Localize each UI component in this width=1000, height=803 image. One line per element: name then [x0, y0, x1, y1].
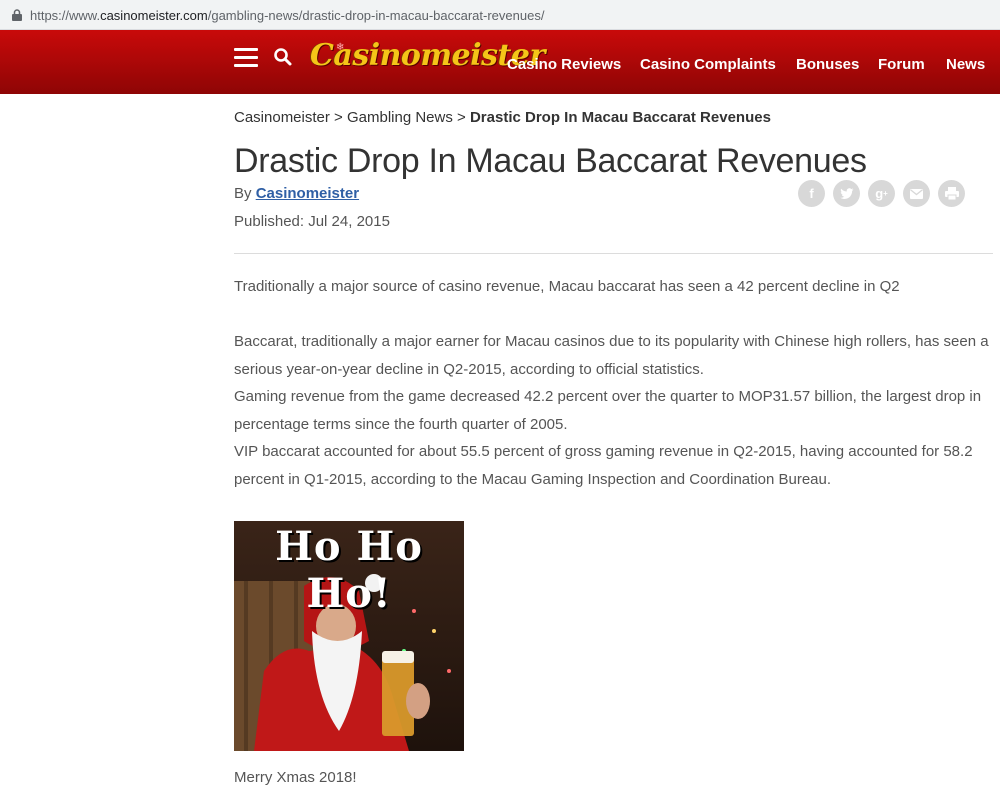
facebook-icon[interactable]: f	[798, 180, 825, 207]
article-title: Drastic Drop In Macau Baccarat Revenues	[234, 142, 867, 180]
santa-photo: Ho Ho Ho!	[234, 521, 464, 751]
hamburger-menu-icon[interactable]	[234, 48, 258, 68]
published-date: Published: Jul 24, 2015	[234, 213, 390, 230]
twitter-icon[interactable]	[833, 180, 860, 207]
photo-overlay-text: Ho Ho Ho!	[275, 523, 423, 617]
author-link[interactable]: Casinomeister	[256, 185, 359, 202]
print-icon[interactable]	[938, 180, 965, 207]
article-paragraph: Gaming revenue from the game decreased 4…	[234, 388, 982, 433]
article-lead: Traditionally a major source of casino r…	[234, 278, 900, 295]
breadcrumb-home[interactable]: Casinomeister	[234, 109, 330, 126]
nav-casino-reviews[interactable]: Casino Reviews	[507, 56, 621, 73]
email-icon[interactable]	[903, 180, 930, 207]
lock-icon	[12, 9, 22, 21]
article-paragraph: Baccarat, traditionally a major earner f…	[234, 333, 989, 378]
url-path: /gambling-news/drastic-drop-in-macau-bac…	[207, 8, 545, 23]
header-divider	[234, 253, 993, 254]
breadcrumb-separator: >	[334, 109, 343, 126]
breadcrumb-section[interactable]: Gambling News	[347, 109, 453, 126]
nav-news[interactable]: News	[946, 56, 985, 73]
url-text[interactable]: https://www.casinomeister.com/gambling-n…	[30, 8, 544, 23]
breadcrumb-separator: >	[457, 109, 466, 126]
url-host: casinomeister.com	[100, 8, 208, 23]
byline-label: By	[234, 185, 252, 202]
article-paragraph: VIP baccarat accounted for about 55.5 pe…	[234, 443, 973, 488]
logo-snowflake-icon: ❄	[336, 42, 345, 53]
url-prefix: https://www.	[30, 8, 101, 23]
article-byline: By Casinomeister	[234, 185, 359, 202]
nav-forum[interactable]: Forum	[878, 56, 925, 73]
breadcrumb: Casinomeister > Gambling News > Drastic …	[234, 109, 771, 126]
breadcrumb-current: Drastic Drop In Macau Baccarat Revenues	[469, 109, 771, 126]
site-header: Casinomeister ❄ Casino Reviews Casino Co…	[0, 30, 1000, 94]
google-plus-icon[interactable]: g +	[868, 180, 895, 207]
nav-bonuses[interactable]: Bonuses	[796, 56, 859, 73]
search-icon[interactable]	[273, 47, 293, 67]
image-caption: Merry Xmas 2018!	[234, 769, 357, 786]
browser-address-bar[interactable]: https://www.casinomeister.com/gambling-n…	[0, 0, 1000, 30]
nav-casino-complaints[interactable]: Casino Complaints	[640, 56, 776, 73]
